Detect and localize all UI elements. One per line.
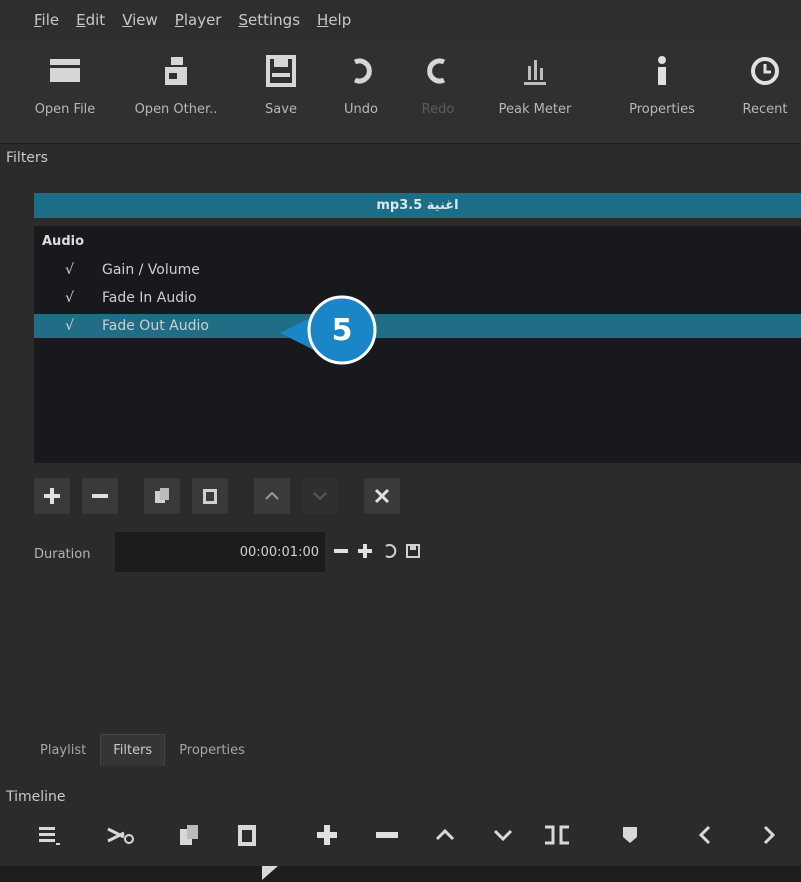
append-button[interactable]	[310, 818, 344, 852]
split-icon	[545, 825, 569, 845]
paste-filters-button[interactable]	[192, 478, 228, 514]
peak-meter-button[interactable]: Peak Meter	[480, 48, 590, 117]
check-icon[interactable]: √	[34, 290, 102, 306]
add-filter-button[interactable]	[34, 478, 70, 514]
minus-icon	[376, 832, 398, 838]
copy-icon	[180, 825, 198, 845]
move-up-button[interactable]	[254, 478, 290, 514]
check-icon[interactable]: √	[34, 262, 102, 278]
scissors-icon	[107, 827, 134, 844]
cut-button[interactable]	[104, 818, 138, 852]
menu-bar: File Edit View Player Settings Help	[0, 0, 801, 40]
previous-marker-button[interactable]	[688, 818, 722, 852]
remove-button[interactable]	[370, 818, 404, 852]
filter-item-fade-out-audio[interactable]: √ Fade Out Audio	[34, 314, 801, 338]
main-toolbar: Open File Open Other.. Save Undo Redo Pe…	[0, 40, 801, 144]
tab-properties[interactable]: Properties	[167, 735, 257, 766]
copy-icon	[155, 488, 169, 503]
overwrite-button[interactable]	[486, 818, 520, 852]
filter-label: Gain / Volume	[102, 262, 200, 278]
open-other-icon	[161, 48, 191, 94]
open-file-button[interactable]: Open File	[10, 48, 120, 117]
chevron-down-icon	[493, 829, 513, 842]
save-icon	[406, 544, 420, 558]
timeline-panel-title: Timeline	[6, 789, 66, 805]
duration-field[interactable]: 00:00:01:00	[115, 532, 325, 572]
check-icon[interactable]: √	[34, 318, 102, 334]
duration-label: Duration	[34, 547, 91, 562]
clip-name-bar: mp3.5 اغنية	[34, 193, 801, 218]
properties-button[interactable]: Properties	[607, 48, 717, 117]
recent-button[interactable]: Recent	[710, 48, 801, 117]
copy-filters-button[interactable]	[144, 478, 180, 514]
paste-icon	[238, 825, 256, 846]
filter-label: Fade In Audio	[102, 290, 197, 306]
reset-duration-button[interactable]	[378, 540, 400, 562]
tab-playlist[interactable]: Playlist	[28, 735, 98, 766]
paste-button[interactable]	[230, 818, 264, 852]
lift-button[interactable]	[428, 818, 462, 852]
next-marker-button[interactable]	[752, 818, 786, 852]
clock-icon	[749, 48, 781, 94]
plus-icon	[358, 544, 372, 558]
redo-icon	[424, 48, 452, 94]
menu-player[interactable]: Player	[175, 11, 222, 29]
menu-help[interactable]: Help	[317, 11, 351, 29]
move-down-button[interactable]	[302, 478, 338, 514]
plus-icon	[44, 488, 60, 504]
filter-list: Audio √ Gain / Volume √ Fade In Audio √ …	[34, 226, 801, 463]
filter-label: Fade Out Audio	[102, 318, 209, 334]
plus-icon	[317, 825, 337, 845]
remove-filter-button[interactable]	[82, 478, 118, 514]
chevron-up-icon	[435, 828, 455, 841]
playhead-icon[interactable]	[262, 866, 282, 882]
undo-icon	[385, 544, 397, 558]
split-button[interactable]	[540, 818, 574, 852]
filters-panel-title: Filters	[6, 150, 48, 166]
chevron-down-icon	[313, 492, 327, 501]
info-icon	[652, 48, 672, 94]
menu-settings[interactable]: Settings	[238, 11, 300, 29]
filter-actions	[34, 478, 412, 514]
filter-item-fade-in-audio[interactable]: √ Fade In Audio	[34, 286, 801, 310]
marker-button[interactable]	[613, 818, 647, 852]
folder-icon	[48, 48, 82, 94]
minus-icon	[334, 549, 348, 553]
menu-file[interactable]: File	[34, 11, 59, 29]
timeline-track-area[interactable]	[0, 866, 801, 882]
copy-button[interactable]	[172, 818, 206, 852]
save-icon	[266, 48, 296, 94]
marker-icon	[623, 827, 637, 843]
increase-duration-button[interactable]	[354, 540, 376, 562]
open-other-button[interactable]: Open Other..	[121, 48, 231, 117]
hamburger-icon	[39, 827, 60, 845]
undo-icon	[347, 48, 375, 94]
menu-edit[interactable]: Edit	[76, 11, 105, 29]
duration-controls	[330, 540, 426, 562]
menu-view[interactable]: View	[122, 11, 158, 29]
deselect-filter-button[interactable]	[364, 478, 400, 514]
close-icon	[374, 488, 390, 504]
redo-button[interactable]: Redo	[383, 48, 493, 117]
filter-group-label: Audio	[42, 234, 85, 249]
callout-number: 5	[331, 312, 353, 348]
timeline-menu-button[interactable]	[32, 818, 66, 852]
peak-meter-icon	[521, 48, 549, 94]
filter-item-gain-volume[interactable]: √ Gain / Volume	[34, 258, 801, 282]
save-duration-button[interactable]	[402, 540, 424, 562]
paste-icon	[203, 489, 217, 504]
dock-tabs: Playlist Filters Properties	[28, 730, 259, 766]
decrease-duration-button[interactable]	[330, 540, 352, 562]
tab-filters[interactable]: Filters	[100, 734, 166, 766]
chevron-right-icon	[763, 825, 776, 845]
chevron-left-icon	[698, 825, 711, 845]
minus-icon	[92, 494, 108, 498]
chevron-up-icon	[265, 491, 279, 500]
